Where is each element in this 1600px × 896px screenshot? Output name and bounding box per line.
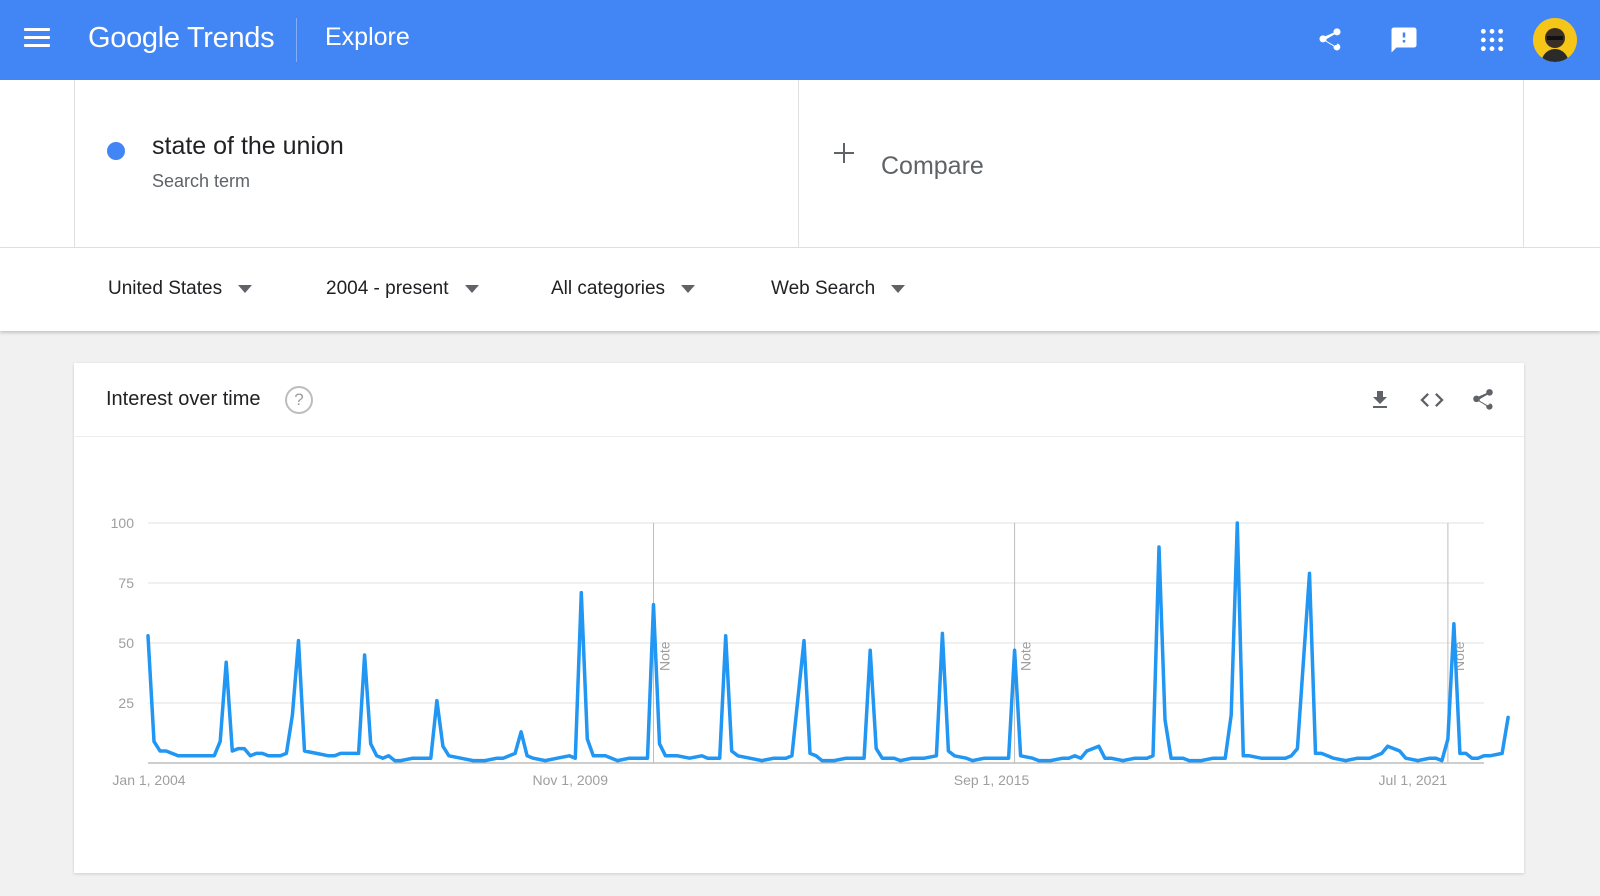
compare-button[interactable]: Compare	[799, 80, 1524, 248]
note-marker-label: Note	[1018, 641, 1034, 671]
category-dropdown-label: All categories	[551, 278, 666, 299]
app-bar: Google Trends Explore	[0, 0, 1600, 80]
search-term-name[interactable]: state of the union	[152, 132, 344, 161]
chevron-down-icon	[464, 285, 479, 293]
x-tick-label: Jul 1, 2021	[1379, 772, 1448, 788]
x-tick-label: Sep 1, 2015	[954, 772, 1030, 788]
region-dropdown-label: United States	[108, 278, 223, 299]
share-icon[interactable]	[1468, 385, 1498, 415]
card-title: Interest over time	[106, 388, 261, 410]
y-tick-label: 100	[111, 515, 135, 531]
logo-trends-text: Trends	[186, 22, 275, 54]
chevron-down-icon	[891, 285, 906, 293]
chevron-down-icon	[238, 285, 253, 293]
search-property-dropdown[interactable]: Web Search	[771, 278, 906, 300]
share-icon[interactable]	[1310, 20, 1350, 60]
compare-label: Compare	[881, 152, 984, 180]
interest-over-time-chart[interactable]: 100755025Note Note NoteJan 1, 2004 Nov 1, 2…	[74, 438, 1524, 873]
note-marker-label: Note	[657, 641, 673, 671]
interest-over-time-card: Interest over time ? 100 75 50 25 Note Note No…	[74, 363, 1524, 873]
logo-google-text: Google	[88, 22, 180, 54]
time-range-dropdown-label: 2004 - present	[326, 278, 449, 299]
help-icon[interactable]: ?	[285, 386, 313, 414]
app-bar-divider	[296, 18, 297, 62]
category-dropdown[interactable]: All categories	[551, 278, 696, 300]
page-title: Explore	[325, 23, 410, 51]
plus-icon	[833, 142, 855, 164]
search-term-card[interactable]: state of the union Search term	[74, 80, 799, 248]
region-dropdown[interactable]: United States	[108, 278, 253, 300]
chevron-down-icon	[681, 285, 696, 293]
search-term-type: Search term	[152, 171, 251, 191]
search-term-color-dot	[107, 142, 125, 160]
embed-code-icon[interactable]	[1417, 385, 1447, 415]
card-header: Interest over time ?	[74, 363, 1524, 437]
y-tick-label: 25	[118, 695, 134, 711]
x-tick-label: Jan 1, 2004	[112, 772, 185, 788]
filter-bar: United States 2004 - present All categor…	[0, 248, 1600, 331]
y-tick-label: 50	[118, 635, 134, 651]
time-range-dropdown[interactable]: 2004 - present	[326, 278, 479, 300]
download-icon[interactable]	[1365, 385, 1395, 415]
google-trends-logo[interactable]: Google Trends	[88, 22, 275, 58]
feedback-icon[interactable]	[1384, 20, 1424, 60]
account-avatar[interactable]	[1533, 18, 1577, 62]
search-property-dropdown-label: Web Search	[771, 278, 876, 299]
menu-icon[interactable]	[24, 28, 50, 50]
x-tick-label: Nov 1, 2009	[533, 772, 609, 788]
series-line	[146, 521, 1510, 763]
search-terms-panel: state of the union Search term Compare	[0, 80, 1600, 248]
apps-grid-icon[interactable]	[1472, 20, 1512, 60]
y-tick-label: 75	[118, 575, 134, 591]
